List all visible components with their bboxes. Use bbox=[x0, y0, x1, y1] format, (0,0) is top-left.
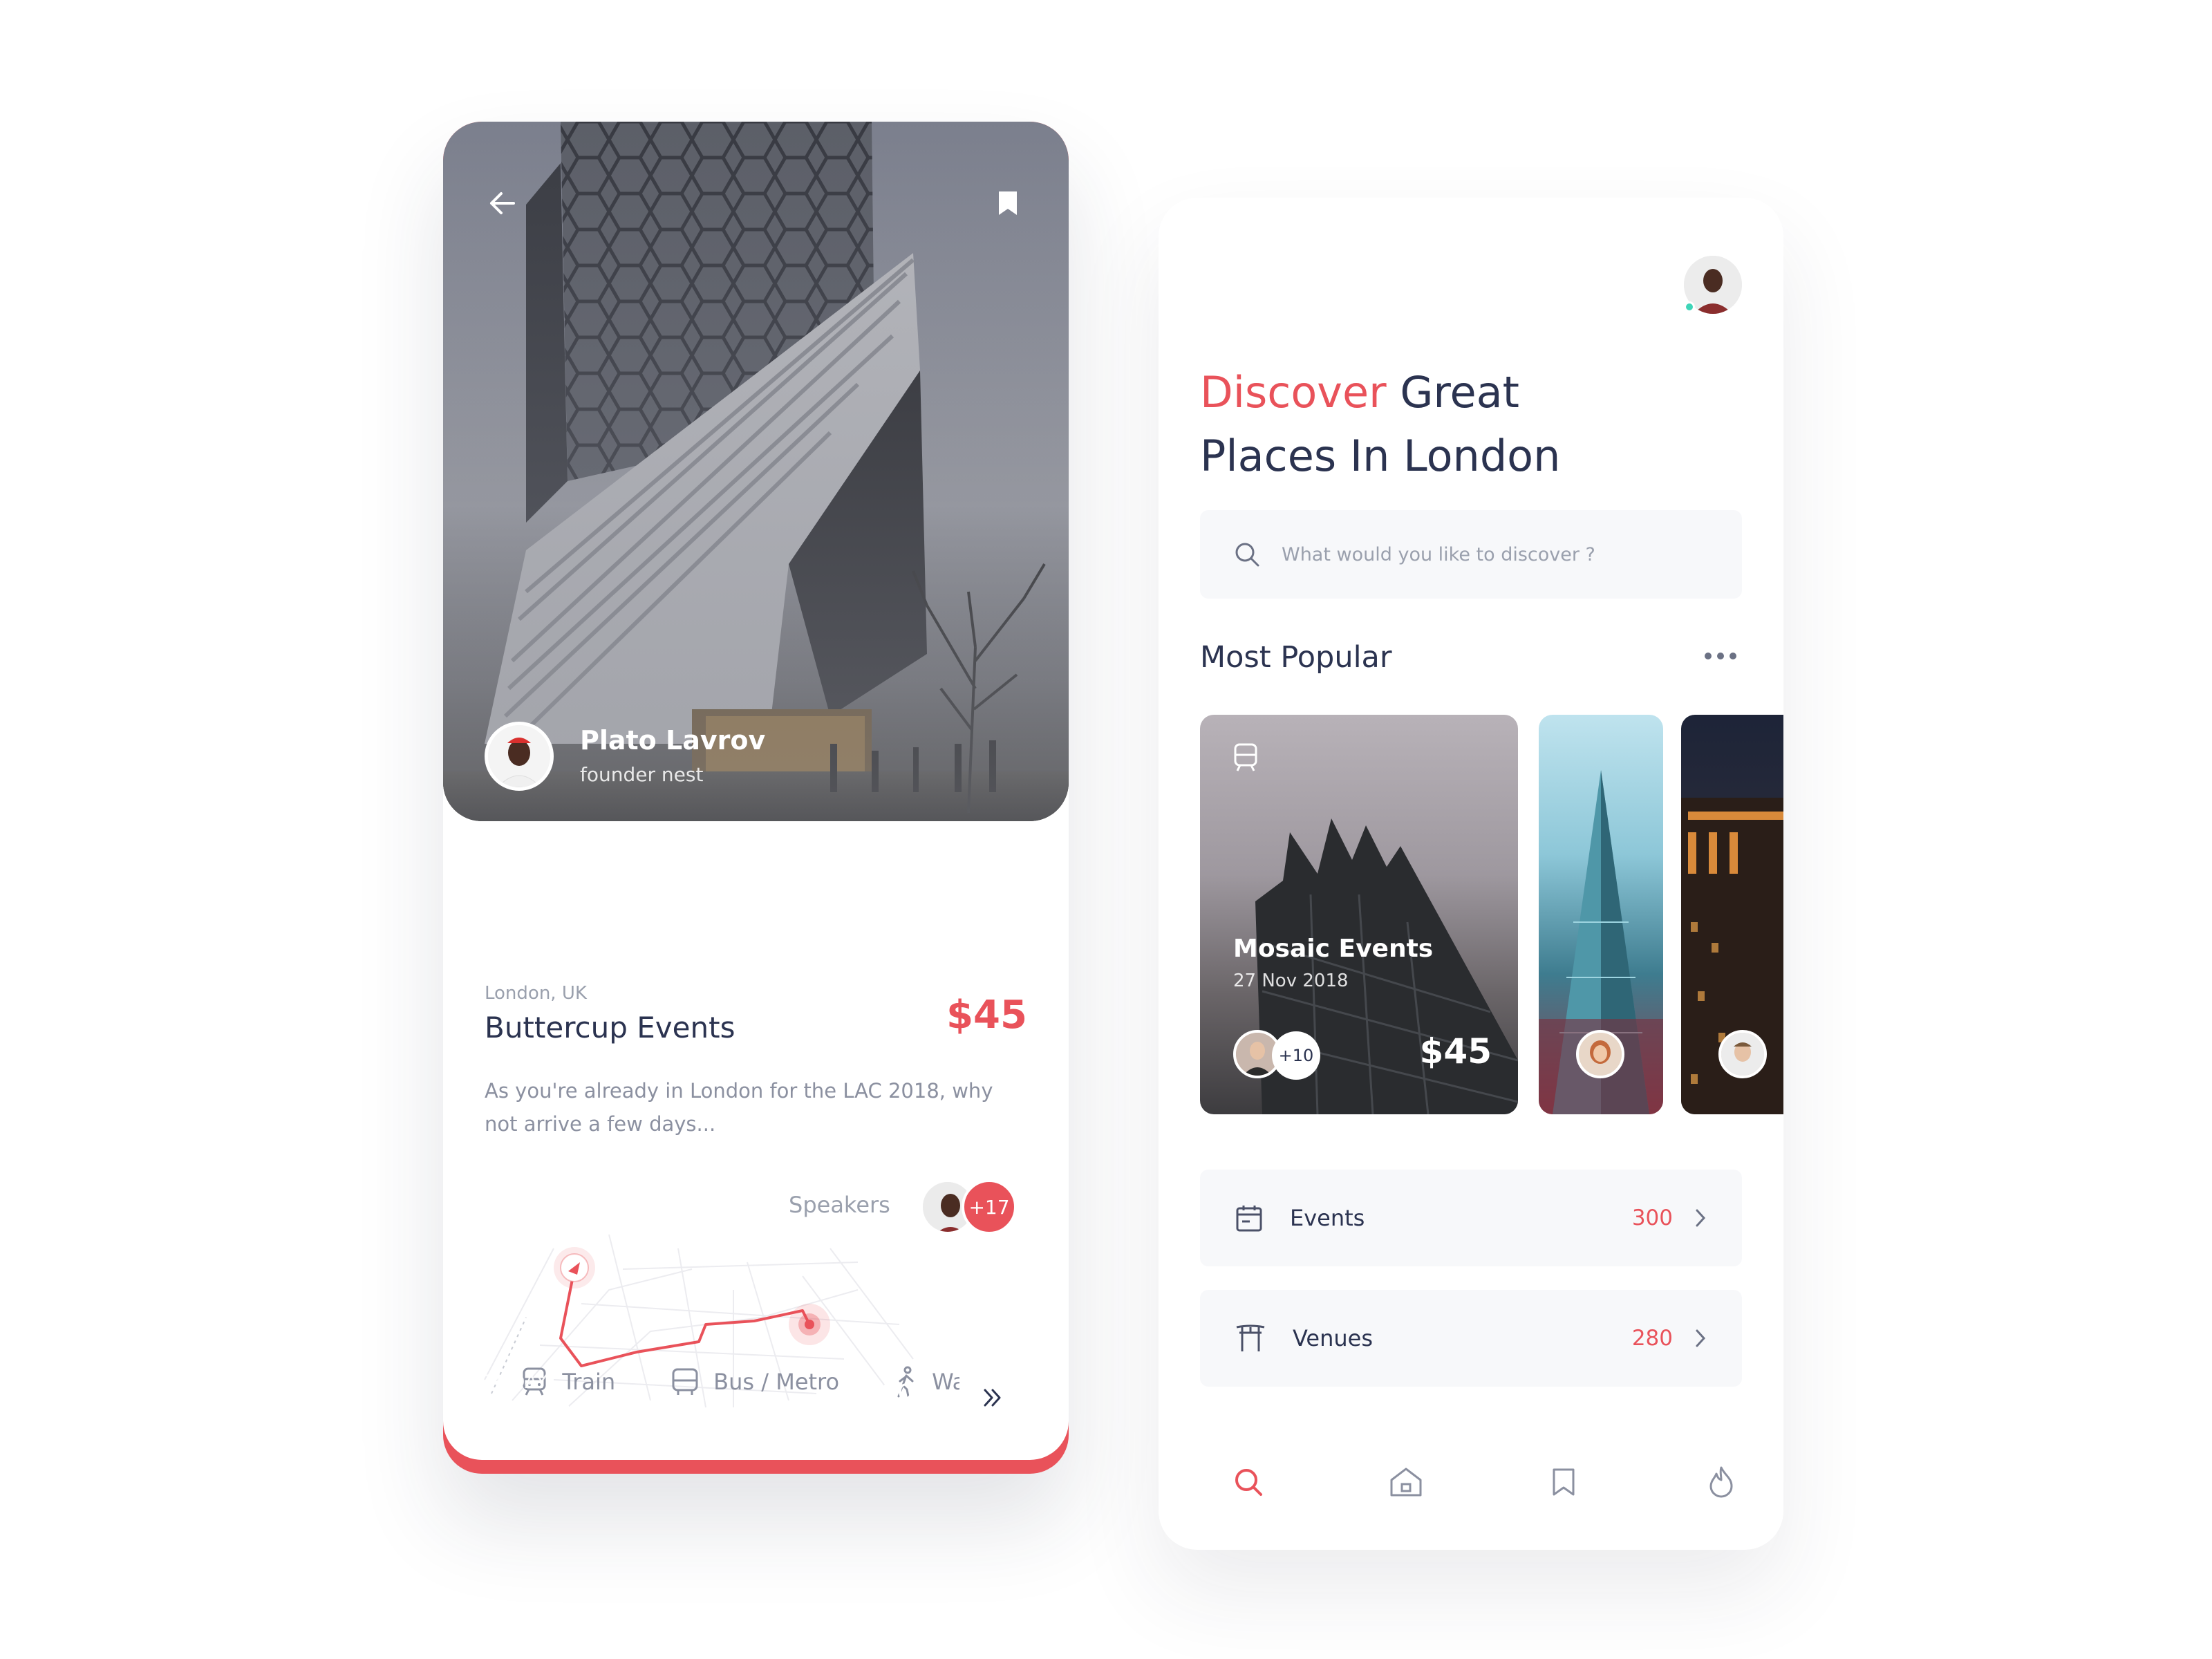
event-description: As you're already in London for the LAC … bbox=[485, 1079, 993, 1136]
card-title: Mosaic Events bbox=[1233, 935, 1434, 963]
chevron-right-icon bbox=[1696, 1329, 1706, 1347]
chevron-right-icon bbox=[1696, 1209, 1706, 1227]
more-options-button[interactable] bbox=[1705, 653, 1736, 659]
attendee-avatar bbox=[1576, 1030, 1624, 1078]
train-icon bbox=[1234, 743, 1257, 771]
schedule-day: TODAY bbox=[485, 1371, 547, 1393]
book-button[interactable] bbox=[959, 1365, 1026, 1431]
popular-card[interactable] bbox=[1539, 715, 1663, 1114]
bookmark-icon bbox=[1553, 1468, 1575, 1496]
transport-label: Bus / Metro bbox=[713, 1369, 840, 1395]
schedule-time: 07:30 PM bbox=[485, 1402, 581, 1426]
gate-icon bbox=[1236, 1324, 1265, 1351]
popular-card-featured[interactable]: Mosaic Events 27 Nov 2018 +10 $45 bbox=[1200, 715, 1518, 1114]
host-avatar bbox=[485, 722, 554, 791]
event-price: $45 bbox=[946, 993, 1027, 1038]
attendee-avatar bbox=[1718, 1030, 1767, 1078]
tab-trending[interactable] bbox=[1700, 1461, 1742, 1503]
online-status-dot bbox=[1684, 301, 1695, 312]
building-photo bbox=[443, 122, 1069, 821]
calendar-icon bbox=[1236, 1206, 1262, 1232]
arrow-left-icon bbox=[490, 192, 515, 214]
title-accent: Discover bbox=[1200, 367, 1387, 418]
category-label: Events bbox=[1290, 1205, 1365, 1231]
bookmark-icon bbox=[999, 191, 1017, 215]
host-role: founder nest bbox=[580, 763, 704, 786]
flame-icon bbox=[1709, 1466, 1733, 1498]
event-info-card: London, UK Buttercup Events $45 As you'r… bbox=[443, 765, 1069, 1460]
category-count: 300 bbox=[1631, 1206, 1673, 1230]
bookmark-button[interactable] bbox=[987, 182, 1029, 224]
home-icon bbox=[1390, 1468, 1422, 1497]
speakers-count-badge: +17 bbox=[962, 1179, 1017, 1235]
search-icon bbox=[1235, 543, 1259, 567]
dot-icon bbox=[1730, 653, 1736, 659]
search-input[interactable]: What would you like to discover ? bbox=[1200, 510, 1742, 599]
transport-label: Train bbox=[562, 1369, 616, 1395]
bottom-tab-bar bbox=[1200, 1461, 1742, 1503]
search-icon bbox=[1235, 1469, 1262, 1496]
attendee-count-badge: +10 bbox=[1272, 1031, 1320, 1080]
tab-home[interactable] bbox=[1385, 1461, 1427, 1503]
book-label[interactable]: Book bbox=[861, 1374, 930, 1406]
category-count: 280 bbox=[1631, 1326, 1673, 1351]
host-info[interactable]: Plato Lavrov founder nest bbox=[485, 722, 765, 791]
tab-search[interactable] bbox=[1228, 1461, 1269, 1503]
bus-icon bbox=[672, 1368, 698, 1395]
transport-bus[interactable]: Bus / Metro bbox=[671, 1366, 839, 1398]
title-line2: Places In London bbox=[1200, 431, 1561, 481]
double-chevron-right-icon bbox=[984, 1389, 1001, 1407]
host-name: Plato Lavrov bbox=[580, 725, 766, 756]
page-title: Discover Great Places In London bbox=[1200, 361, 1560, 488]
event-detail-screen: London, UK Buttercup Events $45 As you'r… bbox=[443, 122, 1069, 1474]
dot-icon bbox=[1705, 653, 1712, 659]
speakers-group[interactable]: +17 bbox=[920, 1179, 1024, 1235]
section-title: Most Popular bbox=[1200, 640, 1392, 675]
search-placeholder: What would you like to discover ? bbox=[1282, 543, 1595, 565]
discover-screen: Discover Great Places In London What wou… bbox=[1159, 198, 1783, 1550]
event-location: London, UK bbox=[485, 983, 587, 1004]
category-label: Venues bbox=[1293, 1325, 1374, 1351]
card-date: 27 Nov 2018 bbox=[1233, 971, 1349, 991]
popular-card[interactable] bbox=[1681, 715, 1783, 1114]
event-hero-image: Plato Lavrov founder nest bbox=[443, 122, 1069, 821]
card-price: $45 bbox=[1419, 1031, 1492, 1071]
dot-icon bbox=[1717, 653, 1724, 659]
speakers-label: Speakers bbox=[789, 1192, 890, 1218]
category-venues[interactable]: Venues 280 bbox=[1200, 1290, 1742, 1387]
category-events[interactable]: Events 300 bbox=[1200, 1170, 1742, 1266]
event-title: Buttercup Events bbox=[485, 1011, 735, 1044]
title-rest: Great bbox=[1386, 367, 1519, 418]
back-button[interactable] bbox=[482, 182, 523, 224]
tab-bookmarks[interactable] bbox=[1543, 1461, 1584, 1503]
